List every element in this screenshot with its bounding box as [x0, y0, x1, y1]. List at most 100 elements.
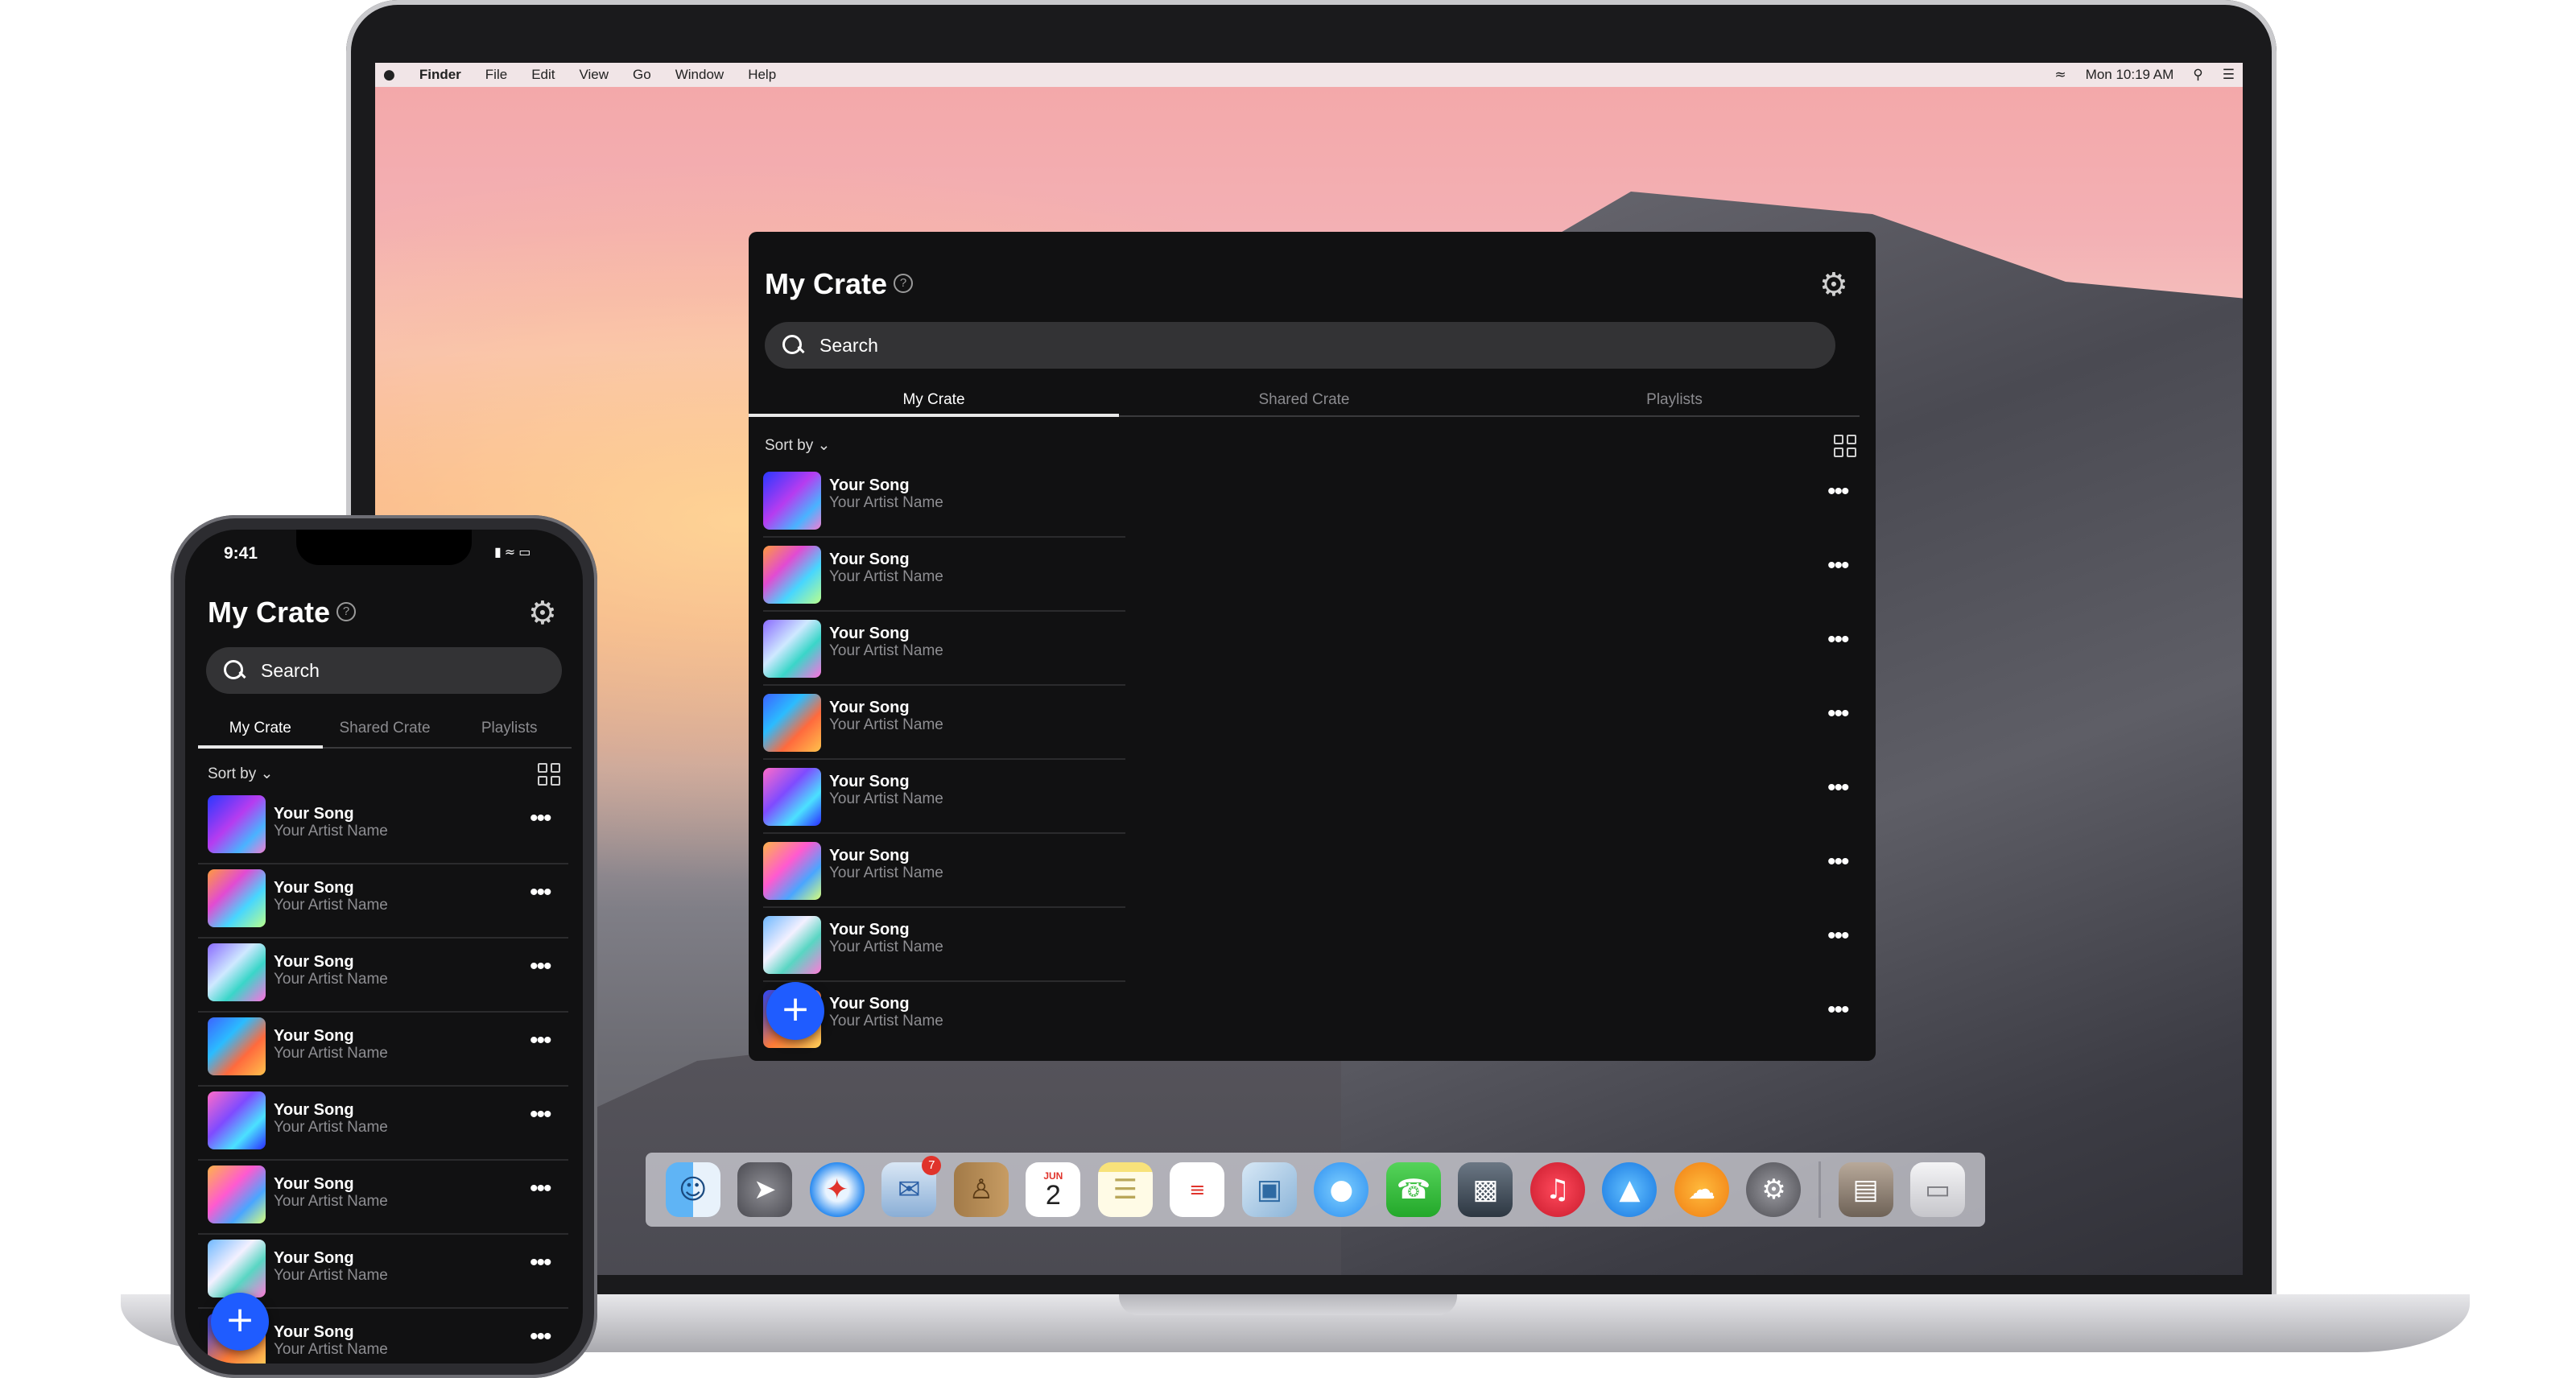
notes-icon[interactable]: ☰	[1097, 1162, 1153, 1217]
more-icon[interactable]: •••	[530, 881, 551, 905]
list-item[interactable]: Your Song Your Artist Name •••	[185, 1162, 583, 1236]
tab-shared-crate[interactable]: Shared Crate	[322, 713, 448, 749]
spotlight-icon[interactable]: ⚲	[2193, 67, 2202, 83]
more-icon[interactable]: •••	[1827, 702, 1849, 726]
contacts-icon[interactable]: ♙	[953, 1162, 1009, 1217]
more-icon[interactable]: •••	[530, 1251, 551, 1275]
search-input[interactable]: Search	[206, 647, 562, 694]
song-title: Your Song	[274, 1323, 354, 1341]
song-artist: Your Artist Name	[829, 864, 943, 881]
more-icon[interactable]: •••	[1827, 998, 1849, 1022]
list-item[interactable]: Your Song Your Artist Name •••	[749, 984, 1876, 1058]
reminders-icon[interactable]: ≡	[1170, 1162, 1225, 1217]
list-item[interactable]: Your Song Your Artist Name •••	[749, 687, 1876, 761]
tab-playlists[interactable]: Playlists	[447, 713, 572, 749]
messages-icon[interactable]: ●	[1314, 1162, 1369, 1217]
sort-by-label: Sort by	[765, 437, 814, 454]
menu-go[interactable]: Go	[633, 67, 651, 83]
safari-icon[interactable]: ✦	[809, 1162, 865, 1217]
gear-icon[interactable]: ⚙	[528, 597, 557, 629]
more-icon[interactable]: •••	[530, 1103, 551, 1127]
add-song-button[interactable]: +	[211, 1293, 269, 1351]
album-art	[208, 1166, 266, 1223]
mail-icon[interactable]: ✉ 7	[881, 1156, 942, 1217]
more-icon[interactable]: •••	[1827, 554, 1849, 578]
song-title: Your Song	[274, 1249, 354, 1267]
photo-booth-icon[interactable]: ▩	[1458, 1162, 1513, 1217]
ibooks-icon[interactable]: ☁	[1674, 1162, 1729, 1217]
list-item[interactable]: Your Song Your Artist Name •••	[185, 792, 583, 866]
menu-view[interactable]: View	[580, 67, 609, 83]
menu-edit[interactable]: Edit	[531, 67, 555, 83]
sort-by-dropdown[interactable]: Sort by ⌄	[765, 436, 830, 455]
system-preferences-icon[interactable]: ⚙	[1746, 1162, 1802, 1217]
album-art	[763, 620, 821, 678]
itunes-icon[interactable]: ♫	[1530, 1162, 1585, 1217]
more-icon[interactable]: •••	[530, 1177, 551, 1201]
list-item[interactable]: Your Song Your Artist Name •••	[749, 465, 1876, 539]
grid-view-icon[interactable]	[1834, 435, 1856, 457]
more-icon[interactable]: •••	[1827, 924, 1849, 948]
list-item[interactable]: Your Song Your Artist Name •••	[185, 940, 583, 1014]
grid-view-icon[interactable]	[538, 763, 560, 786]
more-icon[interactable]: •••	[530, 1325, 551, 1349]
row-divider	[198, 1085, 568, 1087]
row-divider	[198, 1159, 568, 1161]
song-artist: Your Artist Name	[274, 1193, 388, 1210]
list-item[interactable]: Your Song Your Artist Name •••	[749, 613, 1876, 687]
calendar-icon[interactable]: JUN 2	[1026, 1162, 1081, 1217]
row-divider	[763, 832, 1125, 834]
menu-file[interactable]: File	[485, 67, 507, 83]
preview-icon[interactable]: ▣	[1241, 1162, 1297, 1217]
finder-icon[interactable]: ☺	[665, 1162, 720, 1217]
more-icon[interactable]: •••	[1827, 628, 1849, 652]
list-item[interactable]: Your Song Your Artist Name •••	[185, 866, 583, 940]
list-item[interactable]: Your Song Your Artist Name •••	[185, 1088, 583, 1162]
add-song-button[interactable]: +	[766, 982, 824, 1040]
menu-finder[interactable]: Finder	[419, 67, 461, 83]
album-art	[763, 768, 821, 826]
more-icon[interactable]: •••	[530, 955, 551, 979]
gear-icon[interactable]: ⚙	[1819, 269, 1848, 301]
calendar-day: 2	[1045, 1180, 1061, 1211]
song-title: Your Song	[829, 699, 910, 716]
downloads-stack-icon[interactable]: ▤	[1838, 1162, 1893, 1217]
more-icon[interactable]: •••	[1827, 850, 1849, 874]
wifi-icon[interactable]: ≈	[2054, 67, 2066, 83]
song-title: Your Song	[274, 953, 354, 971]
help-icon[interactable]: ?	[336, 602, 356, 621]
tab-shared-crate[interactable]: Shared Crate	[1119, 382, 1489, 417]
list-item[interactable]: Your Song Your Artist Name •••	[749, 835, 1876, 910]
tab-playlists[interactable]: Playlists	[1489, 382, 1860, 417]
album-art	[208, 1240, 266, 1298]
list-item[interactable]: Your Song Your Artist Name •••	[749, 539, 1876, 613]
row-divider	[763, 980, 1125, 982]
tab-my-crate[interactable]: My Crate	[198, 713, 323, 749]
album-art	[763, 694, 821, 752]
tab-my-crate[interactable]: My Crate	[749, 382, 1119, 417]
menu-help[interactable]: Help	[748, 67, 776, 83]
search-input[interactable]: Search	[765, 322, 1835, 369]
laptop-hinge-notch	[1119, 1294, 1457, 1315]
list-item[interactable]: Your Song Your Artist Name •••	[749, 910, 1876, 984]
list-item[interactable]: Your Song Your Artist Name •••	[185, 1014, 583, 1088]
notification-center-icon[interactable]: ☰	[2223, 67, 2235, 83]
app-store-icon[interactable]: ▲	[1602, 1162, 1657, 1217]
phone-notch	[296, 530, 472, 565]
sort-by-dropdown[interactable]: Sort by ⌄	[208, 765, 273, 783]
facetime-icon[interactable]: ☎	[1385, 1162, 1441, 1217]
more-icon[interactable]: •••	[1827, 776, 1849, 800]
menu-window[interactable]: Window	[675, 67, 724, 83]
trash-icon[interactable]: ▭	[1910, 1162, 1966, 1217]
apple-icon[interactable]: ●	[383, 67, 395, 83]
song-artist: Your Artist Name	[274, 1045, 388, 1062]
menubar-clock[interactable]: Mon 10:19 AM	[2086, 67, 2174, 83]
search-placeholder: Search	[261, 659, 320, 681]
more-icon[interactable]: •••	[530, 807, 551, 831]
help-icon[interactable]: ?	[894, 274, 913, 293]
list-item[interactable]: Your Song Your Artist Name •••	[749, 761, 1876, 835]
launchpad-icon[interactable]: ➤	[737, 1162, 793, 1217]
more-icon[interactable]: •••	[530, 1029, 551, 1053]
more-icon[interactable]: •••	[1827, 480, 1849, 504]
song-title: Your Song	[829, 995, 910, 1013]
